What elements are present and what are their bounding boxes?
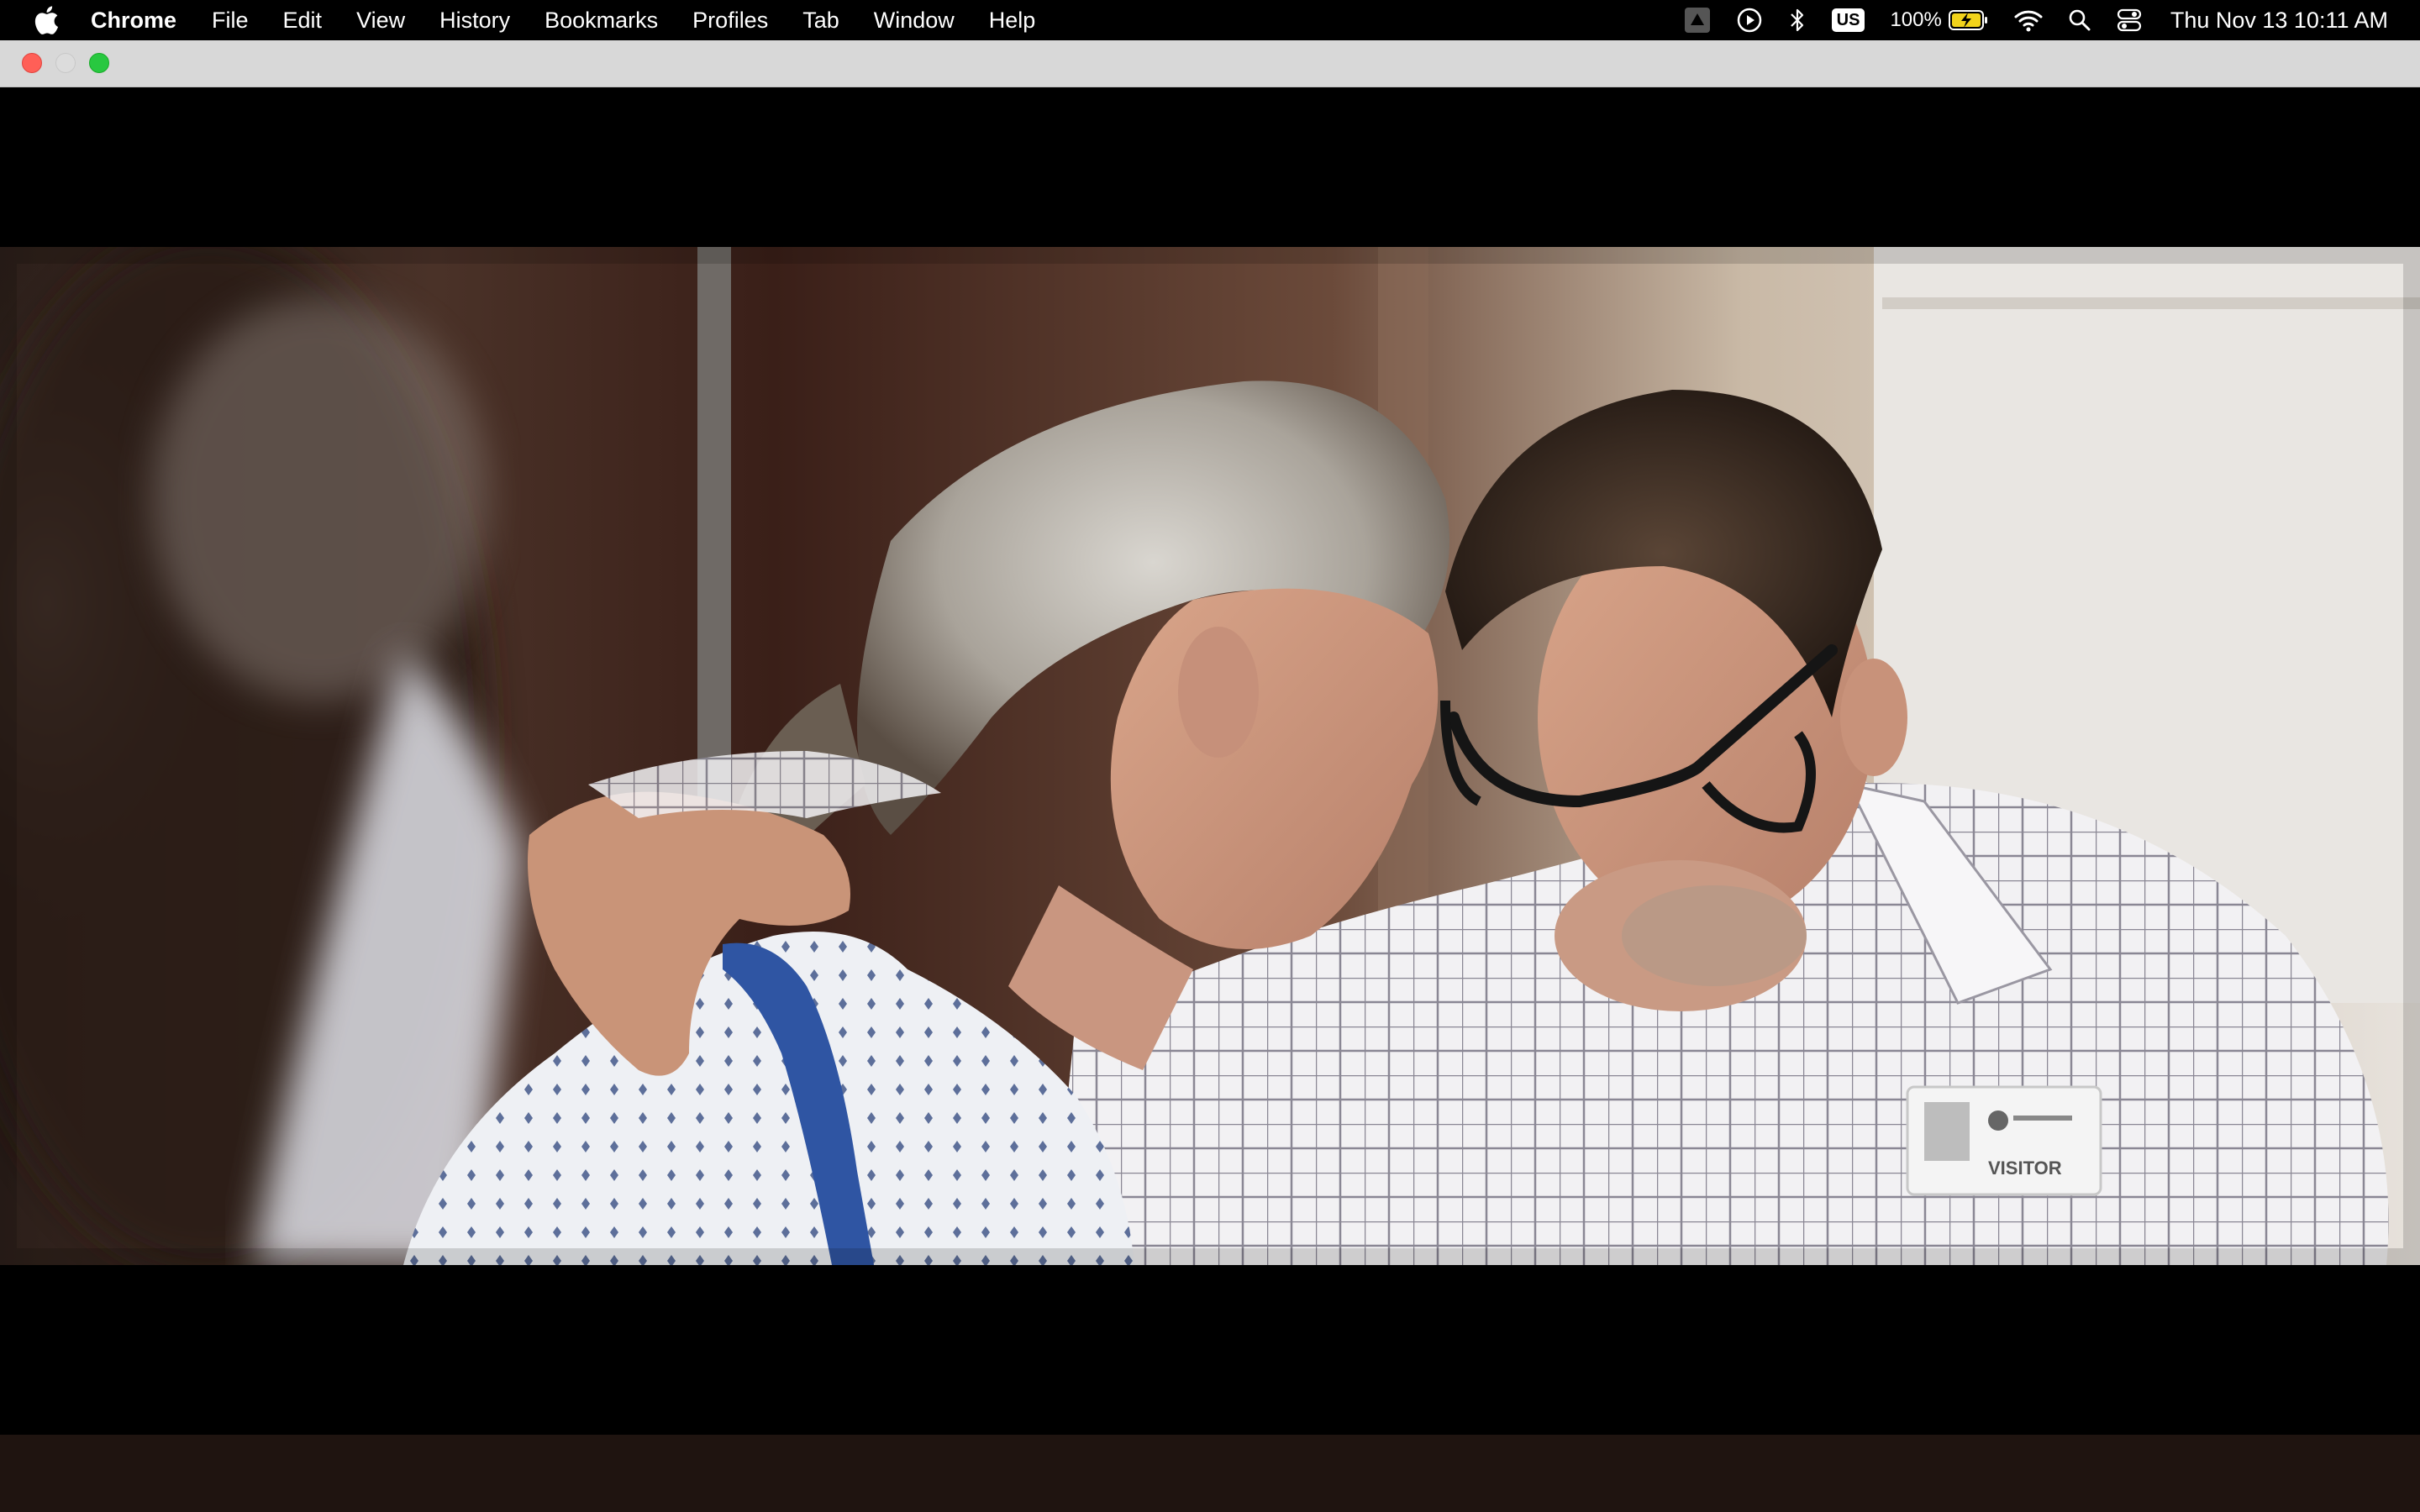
menu-file[interactable]: File (212, 0, 249, 40)
video-frame[interactable]: VISITOR (0, 247, 2420, 1265)
menu-edit[interactable]: Edit (283, 0, 323, 40)
video-player[interactable]: VISITOR (0, 87, 2420, 1435)
visitor-badge: VISITOR (1906, 1085, 2102, 1196)
wifi-icon[interactable] (2014, 0, 2043, 40)
fullscreen-window-button[interactable] (89, 53, 109, 73)
video-still-image: VISITOR (0, 247, 2420, 1265)
menu-app-name[interactable]: Chrome (91, 0, 176, 40)
battery-icon (1948, 10, 1987, 30)
play-circle-icon[interactable] (1736, 0, 1763, 40)
menu-profiles[interactable]: Profiles (692, 0, 768, 40)
drive-sync-icon[interactable] (1684, 0, 1711, 40)
menu-tab[interactable]: Tab (802, 0, 839, 40)
input-source-label: US (1831, 8, 1865, 32)
control-center-icon[interactable] (2117, 0, 2142, 40)
visitor-badge-text: VISITOR (1988, 1158, 2062, 1179)
close-window-button[interactable] (22, 53, 42, 73)
menu-bar: Chrome File Edit View History Bookmarks … (0, 0, 2420, 40)
bluetooth-icon[interactable] (1788, 0, 1807, 40)
battery-percent: 100% (1890, 8, 1942, 31)
input-source-icon[interactable]: US (1831, 0, 1865, 40)
window-title-bar (0, 40, 2420, 87)
bottom-strip (0, 1435, 2420, 1512)
battery-status[interactable]: 100% (1890, 0, 1988, 40)
minimize-window-button[interactable] (55, 53, 76, 73)
menu-view[interactable]: View (356, 0, 405, 40)
menu-clock[interactable]: Thu Nov 13 10:11 AM (2170, 8, 2388, 34)
menu-help[interactable]: Help (989, 0, 1036, 40)
apple-menu-icon[interactable] (32, 3, 60, 37)
menu-window[interactable]: Window (874, 0, 955, 40)
spotlight-search-icon[interactable] (2068, 0, 2091, 40)
menu-history[interactable]: History (439, 0, 510, 40)
menu-bookmarks[interactable]: Bookmarks (544, 0, 658, 40)
